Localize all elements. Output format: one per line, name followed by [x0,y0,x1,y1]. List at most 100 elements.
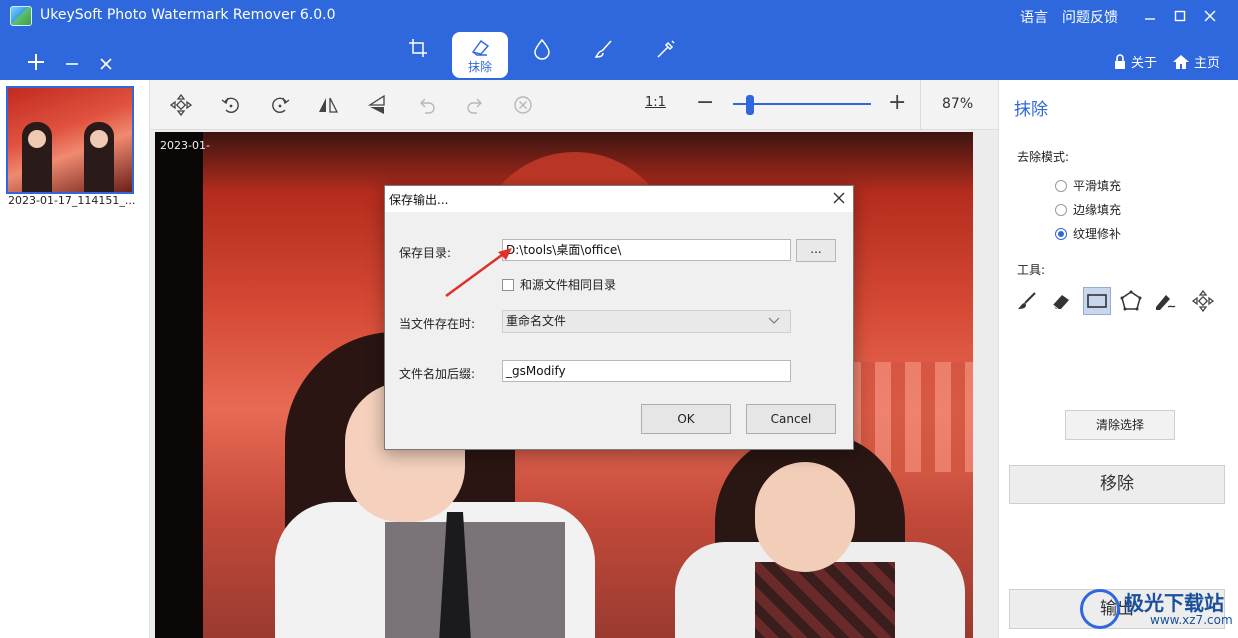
chevron-down-icon [768,317,780,324]
annotation-arrow-icon [445,248,512,298]
clear-icon [514,96,532,114]
radio-dot [1055,179,1067,192]
mode-label: 平滑填充 [1073,179,1122,193]
rotate-right-icon [272,97,290,113]
zoom-slider-track[interactable] [733,103,871,105]
tool-brush[interactable] [1013,287,1041,315]
suffix-label: 文件名加后缀: [399,367,476,381]
zoom-in-button[interactable]: + [888,90,906,115]
tool-pen[interactable] [1151,287,1179,315]
dialog-title-bar: 保存输出... [385,186,853,212]
save-dir-field[interactable]: D:\tools\桌面\office\ [502,239,791,261]
rotate-left-icon [221,97,239,113]
feedback-link[interactable]: 问题反馈 [1062,7,1118,27]
undo-button[interactable] [414,92,440,118]
mode-edge-fill[interactable]: 边缘填充 [1055,201,1121,218]
file-exists-value: 重命名文件 [506,314,567,328]
removal-mode-label: 去除模式: [1017,150,1070,164]
photo-date-stamp: 2023-01- [160,139,210,152]
about-label: 关于 [1131,56,1158,71]
tool-eraser[interactable] [1047,287,1075,315]
move-button[interactable] [168,92,194,118]
file-list-panel: 2023-01-17_114151_... [0,80,150,638]
options-panel: 抹除 去除模式: 平滑填充 边缘填充 纹理修补 工具: 清除选择 移除 输出 [998,80,1238,638]
tool-polygon[interactable] [1117,287,1145,315]
edit-toolbar: 1:1 − + 87% [150,80,998,130]
tool-rectangle[interactable] [1083,287,1111,315]
zoom-out-button[interactable]: − [696,90,714,115]
rotate-right-button[interactable] [267,92,293,118]
home-link[interactable]: 主页 [1172,52,1220,71]
redo-button[interactable] [462,92,488,118]
image-thumbnail[interactable] [6,86,134,194]
drop-icon [534,38,550,60]
add-file-button[interactable] [26,52,46,76]
zoom-slider-handle[interactable] [745,95,754,115]
file-exists-label: 当文件存在时: [399,317,476,331]
cancel-button[interactable]: Cancel [746,404,836,434]
maximize-button[interactable] [1168,6,1192,28]
flip-horizontal-icon [319,97,339,113]
tab-brush[interactable] [576,32,632,78]
radio-dot [1055,227,1067,240]
language-link[interactable]: 语言 [1020,7,1048,27]
mode-texture-patch[interactable]: 纹理修补 [1055,225,1121,242]
close-icon [1204,10,1216,22]
same-dir-label: 和源文件相同目录 [520,278,617,292]
tool-move[interactable] [1189,287,1217,315]
mode-label: 边缘填充 [1073,203,1122,217]
brush-icon [594,40,612,58]
tab-drop[interactable] [514,32,570,78]
tab-erase-label: 抹除 [467,60,492,74]
home-label: 主页 [1194,56,1221,71]
home-icon [1173,54,1189,69]
watermark-title: 极光下载站 [1124,591,1224,615]
dialog-close-button[interactable] [833,189,845,208]
mode-smooth-fill[interactable]: 平滑填充 [1055,177,1121,194]
flip-horizontal-button[interactable] [315,92,341,118]
flip-vertical-button[interactable] [364,92,390,118]
zoom-percent: 87% [942,96,974,112]
watermark-url: www.xz7.com [1150,613,1233,627]
clear-files-button[interactable] [98,52,114,76]
remove-file-button[interactable] [64,52,80,76]
close-window-button[interactable] [1198,6,1222,28]
clear-selection-button[interactable]: 清除选择 [1065,410,1175,440]
maximize-icon [1174,10,1186,22]
app-title: UkeySoft Photo Watermark Remover 6.0.0 [40,7,336,23]
move-icon [1192,290,1214,312]
thumbnail-figure [22,122,52,192]
mode-label: 纹理修补 [1073,227,1122,241]
add-icon [28,54,44,70]
flip-vertical-icon [367,94,385,114]
eraser-icon [1052,295,1069,310]
actual-size-button[interactable]: 1:1 [645,95,666,110]
tools-label: 工具: [1017,263,1046,277]
crop-icon [409,39,427,57]
pen-icon [1156,295,1176,310]
toolbar-divider [920,80,921,130]
rotate-left-button[interactable] [218,92,244,118]
about-link[interactable]: 关于 [1113,52,1157,71]
suffix-field[interactable]: _gsModify [502,360,791,382]
tab-crop[interactable] [390,32,446,78]
clear-button[interactable] [510,92,536,118]
file-exists-select[interactable]: 重命名文件 [502,310,791,333]
photo-person-vest [385,522,565,638]
minimize-icon [1145,18,1155,20]
minus-icon [66,63,78,65]
top-links: 语言 问题反馈 [1020,7,1118,27]
site-watermark: 极光下载站 www.xz7.com [1080,585,1235,635]
photo-dark-edge [155,132,203,638]
polygon-select-icon [1120,290,1142,311]
brush-icon [1018,292,1036,309]
app-logo [10,6,32,26]
move-icon [170,94,192,116]
minimize-button[interactable] [1138,6,1162,28]
close-icon [833,192,845,204]
tab-erase[interactable]: 抹除 [452,32,508,78]
tab-magic[interactable] [638,32,694,78]
remove-button[interactable]: 移除 [1009,465,1225,504]
ok-button[interactable]: OK [641,404,731,434]
browse-button[interactable]: ... [796,239,836,262]
